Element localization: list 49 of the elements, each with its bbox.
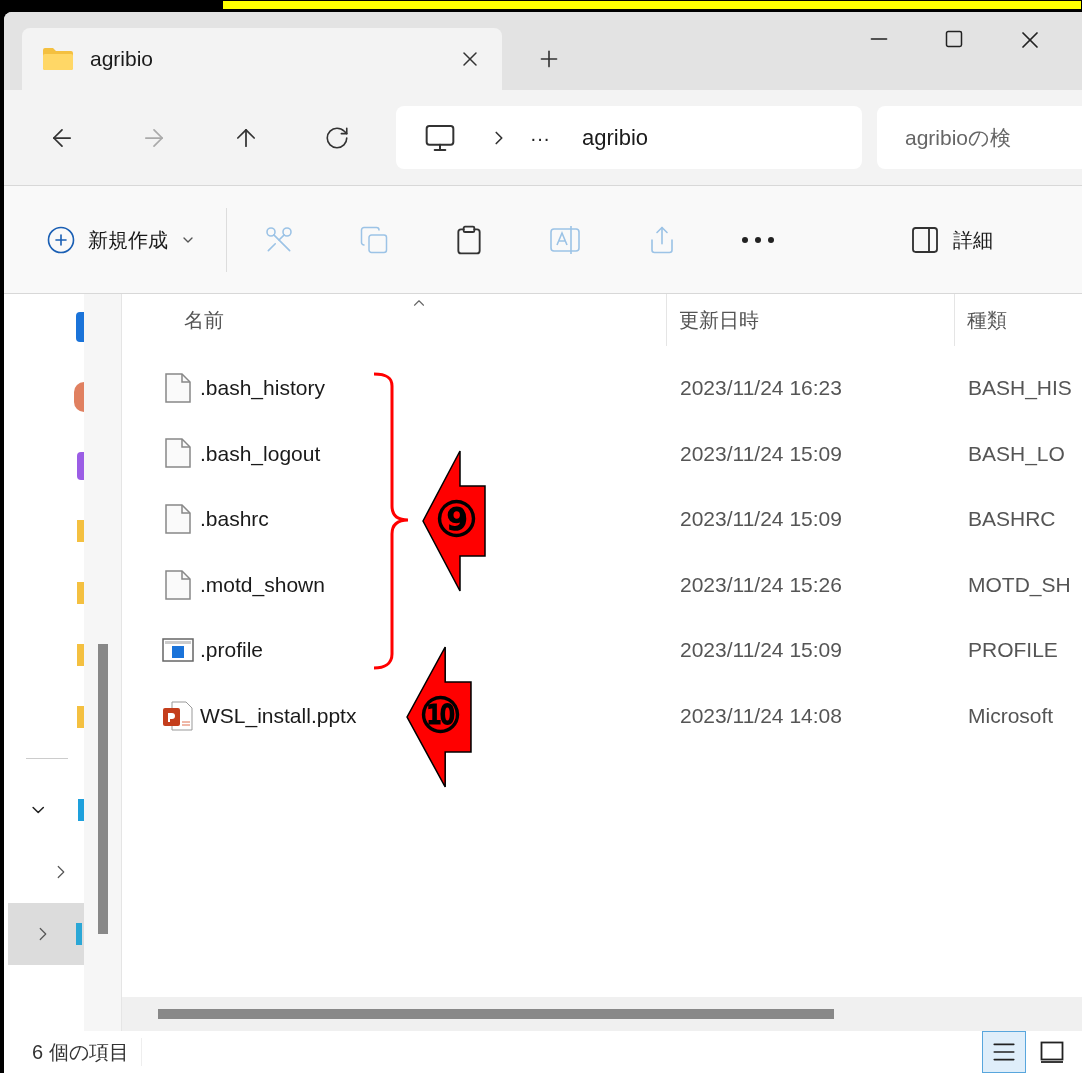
column-header[interactable]: 更新日時 xyxy=(667,294,955,346)
annotation-number: ⑩ xyxy=(417,688,463,744)
column-header[interactable]: 種類 xyxy=(955,294,1082,346)
modified-date: 2023/11/24 14:08 xyxy=(679,703,843,729)
file-name: WSL_install.pptx xyxy=(200,703,357,730)
blank-file-icon xyxy=(165,569,191,600)
horizontal-scrollbar-thumb[interactable] xyxy=(158,1009,834,1019)
item-count: 6 個の項目 xyxy=(32,1040,129,1065)
file-type: MOTD_SH xyxy=(967,571,1071,599)
file-type: PROFILE xyxy=(967,637,1058,664)
file-type: BASHRC xyxy=(967,506,1056,533)
window-file-icon xyxy=(162,638,194,663)
modified-date: 2023/11/24 16:23 xyxy=(679,375,843,402)
annotation-number: ⑨ xyxy=(433,492,479,548)
file-name: .motd_shown xyxy=(200,571,325,599)
refresh-icon[interactable] xyxy=(324,124,350,151)
file-name: .bash_logout xyxy=(200,440,321,468)
browser-tab[interactable]: agribio xyxy=(22,28,502,90)
file-name: .bashrc xyxy=(200,506,269,533)
blank-file-icon xyxy=(165,438,191,469)
modified-date: 2023/11/24 15:09 xyxy=(679,506,843,533)
hidden-path-button[interactable]: ··· xyxy=(530,122,550,153)
file-type: BASH_HIS xyxy=(967,375,1072,402)
more-icon[interactable] xyxy=(741,235,775,244)
maximize-icon[interactable] xyxy=(944,29,964,49)
selected-nav-item[interactable] xyxy=(8,903,84,965)
file-type: BASH_LO xyxy=(967,440,1065,468)
vertical-scrollbar-thumb[interactable] xyxy=(97,644,108,934)
address-bar[interactable]: ··· agribio xyxy=(396,106,862,169)
copy-icon[interactable] xyxy=(359,224,389,255)
details-button[interactable]: 詳細 xyxy=(909,223,993,256)
modified-date: 2023/11/24 15:26 xyxy=(679,571,843,598)
blank-file-icon xyxy=(165,504,191,534)
file-name: .bash_history xyxy=(200,375,325,402)
search-field[interactable]: agribioの検 xyxy=(877,106,1082,169)
new-button[interactable]: 新規作成 xyxy=(46,224,196,255)
rename-icon[interactable] xyxy=(549,223,583,256)
path-segment[interactable]: agribio xyxy=(582,121,649,154)
tab-title: agribio xyxy=(90,46,155,73)
presentation-file-icon xyxy=(162,699,194,732)
file-name: .profile xyxy=(200,637,264,664)
tile-view-icon xyxy=(1040,1041,1064,1063)
modified-date: 2023/11/24 15:09 xyxy=(679,440,843,467)
plus-icon xyxy=(46,224,76,255)
file-type: Microsoft xyxy=(967,703,1054,729)
blank-file-icon xyxy=(165,372,191,403)
details-view-button[interactable] xyxy=(982,1031,1026,1073)
modified-date: 2023/11/24 15:09 xyxy=(679,637,843,664)
column-header[interactable]: 名前 xyxy=(122,294,667,346)
